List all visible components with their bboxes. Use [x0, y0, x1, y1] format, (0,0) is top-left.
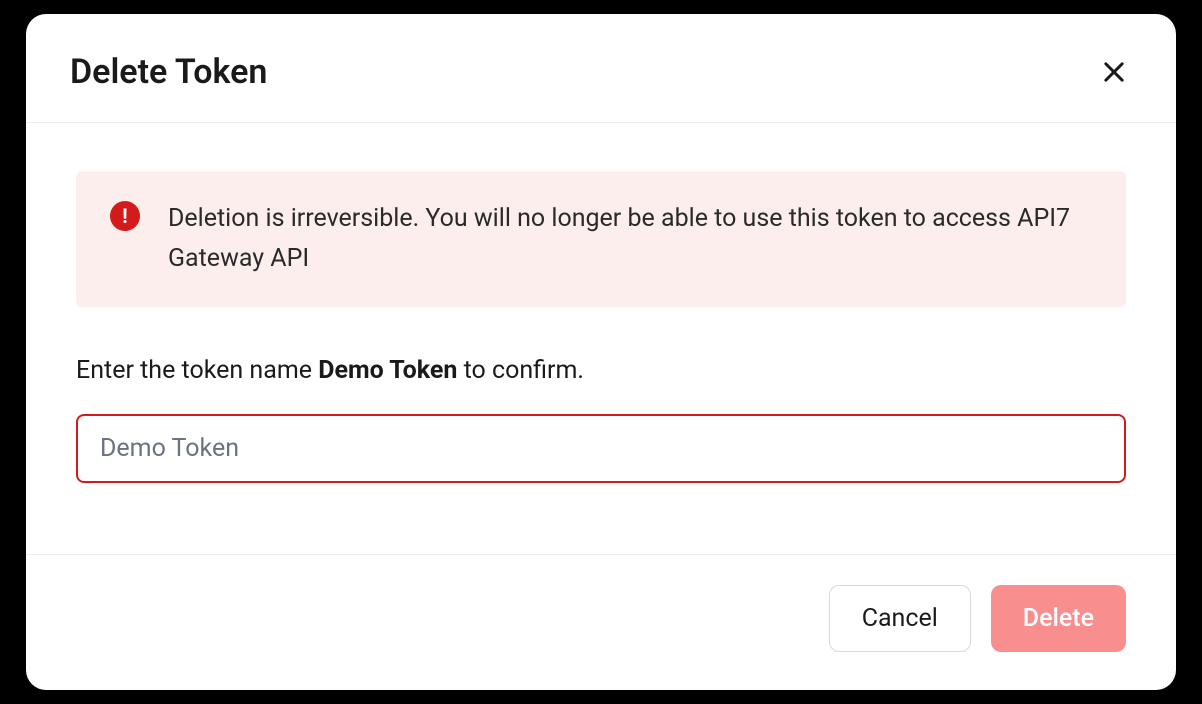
close-button[interactable] — [1096, 54, 1132, 90]
warning-alert: ! Deletion is irreversible. You will no … — [76, 171, 1126, 307]
confirm-suffix: to confirm. — [457, 356, 584, 385]
delete-button[interactable]: Delete — [991, 585, 1126, 652]
exclamation-icon: ! — [110, 201, 140, 231]
modal-body: ! Deletion is irreversible. You will no … — [26, 123, 1176, 554]
cancel-button[interactable]: Cancel — [829, 585, 971, 652]
token-name-input[interactable] — [76, 414, 1126, 483]
confirm-prefix: Enter the token name — [76, 356, 318, 385]
warning-message: Deletion is irreversible. You will no lo… — [168, 199, 1092, 279]
token-name-bold: Demo Token — [318, 356, 457, 385]
modal-title: Delete Token — [70, 52, 267, 92]
modal-footer: Cancel Delete — [26, 554, 1176, 690]
close-icon — [1100, 58, 1128, 86]
modal-header: Delete Token — [26, 14, 1176, 123]
delete-token-modal: Delete Token ! Deletion is irreversible.… — [26, 14, 1176, 690]
confirm-instruction: Enter the token name Demo Token to confi… — [76, 353, 1126, 388]
